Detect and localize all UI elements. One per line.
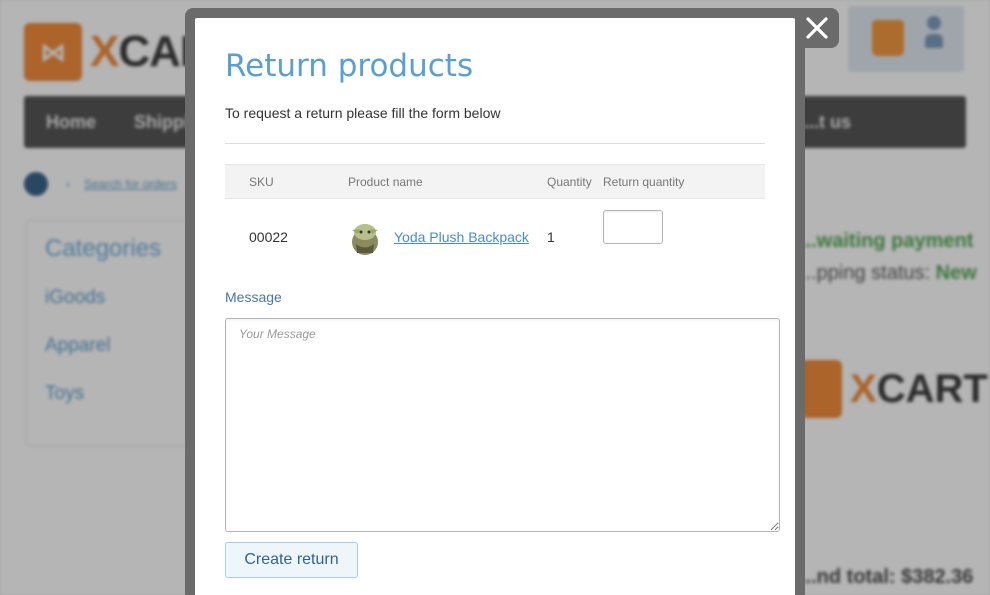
dialog-title: Return products <box>225 48 474 84</box>
dialog-intro: To request a return please fill the form… <box>225 105 501 121</box>
close-button[interactable] <box>795 8 839 48</box>
header-return-quantity: Return quantity <box>603 174 685 189</box>
cell-quantity: 1 <box>547 228 555 245</box>
cell-return-quantity <box>603 199 765 275</box>
return-quantity-input[interactable] <box>603 209 663 244</box>
message-label: Message <box>225 289 282 305</box>
header-sku: SKU <box>249 174 274 189</box>
table-header-row: SKU Product name Quantity Return quantit… <box>225 164 765 199</box>
create-return-button[interactable]: Create return <box>225 542 358 578</box>
cell-product: Yoda Plush Backpack <box>348 199 547 275</box>
header-product-name: Product name <box>348 174 423 189</box>
cell-sku: 00022 <box>249 228 288 245</box>
table-row: 00022 Yoda Plush Backpack 1 <box>225 199 765 275</box>
return-products-dialog: Return products To request a return plea… <box>195 18 795 595</box>
product-link[interactable]: Yoda Plush Backpack <box>394 229 529 245</box>
return-items-table: SKU Product name Quantity Return quantit… <box>225 164 765 275</box>
message-textarea[interactable] <box>225 318 780 532</box>
divider <box>225 143 765 144</box>
close-icon <box>806 17 828 39</box>
product-thumbnail <box>348 216 382 257</box>
header-quantity: Quantity <box>547 174 592 189</box>
